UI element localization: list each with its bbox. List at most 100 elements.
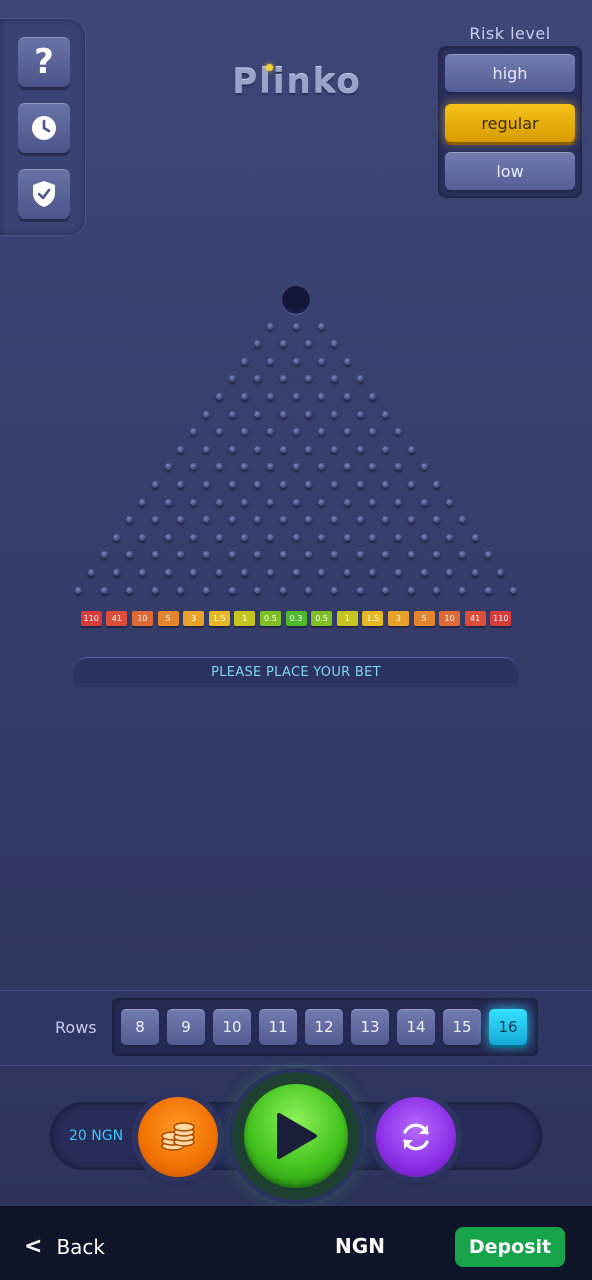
rows-option-12[interactable]: 12 xyxy=(305,1009,343,1045)
play-icon xyxy=(277,1113,317,1159)
rows-option-10[interactable]: 10 xyxy=(213,1009,251,1045)
peg xyxy=(241,392,249,400)
peg xyxy=(305,410,313,418)
peg xyxy=(74,586,82,594)
deposit-button[interactable]: Deposit xyxy=(455,1227,565,1267)
peg xyxy=(318,533,326,541)
peg xyxy=(433,551,441,559)
peg xyxy=(266,428,274,436)
ball-drop-hole xyxy=(282,286,310,314)
peg xyxy=(241,428,249,436)
peg xyxy=(292,568,300,576)
peg xyxy=(420,533,428,541)
peg xyxy=(497,568,505,576)
peg xyxy=(318,463,326,471)
bet-coins-button[interactable] xyxy=(138,1097,218,1177)
peg xyxy=(190,428,198,436)
peg xyxy=(254,340,262,348)
peg xyxy=(356,516,364,524)
peg xyxy=(241,568,249,576)
rows-option-8[interactable]: 8 xyxy=(121,1009,159,1045)
peg xyxy=(343,428,351,436)
peg xyxy=(356,480,364,488)
play-button[interactable] xyxy=(244,1084,348,1188)
multiplier-slot: 5 xyxy=(157,611,179,626)
provably-fair-button[interactable] xyxy=(18,169,70,219)
peg xyxy=(266,322,274,330)
peg xyxy=(382,480,390,488)
peg xyxy=(484,551,492,559)
peg xyxy=(215,568,223,576)
currency-label: NGN xyxy=(335,1234,385,1258)
peg xyxy=(330,480,338,488)
peg xyxy=(343,498,351,506)
peg xyxy=(228,410,236,418)
peg xyxy=(382,445,390,453)
game-logo: Plinko xyxy=(232,62,362,102)
peg xyxy=(279,586,287,594)
peg xyxy=(369,533,377,541)
back-button[interactable]: < Back xyxy=(24,1234,105,1259)
peg xyxy=(433,480,441,488)
multiplier-slot: 1 xyxy=(336,611,358,626)
peg xyxy=(330,375,338,383)
peg xyxy=(177,480,185,488)
rows-option-14[interactable]: 14 xyxy=(397,1009,435,1045)
peg xyxy=(292,357,300,365)
multiplier-slot: 110 xyxy=(80,611,102,626)
peg xyxy=(241,498,249,506)
risk-low-button[interactable]: low xyxy=(445,152,575,190)
peg xyxy=(215,463,223,471)
peg xyxy=(369,392,377,400)
peg xyxy=(394,463,402,471)
rows-option-11[interactable]: 11 xyxy=(259,1009,297,1045)
peg xyxy=(228,516,236,524)
rows-option-13[interactable]: 13 xyxy=(351,1009,389,1045)
bet-amount[interactable]: 20 NGN xyxy=(69,1128,123,1144)
peg xyxy=(292,533,300,541)
rows-option-9[interactable]: 9 xyxy=(167,1009,205,1045)
peg xyxy=(343,568,351,576)
peg xyxy=(394,568,402,576)
peg xyxy=(407,516,415,524)
peg xyxy=(510,586,518,594)
peg xyxy=(369,498,377,506)
peg xyxy=(305,516,313,524)
peg xyxy=(151,516,159,524)
peg xyxy=(420,498,428,506)
peg xyxy=(266,568,274,576)
multiplier-slot: 0.3 xyxy=(285,611,307,626)
peg xyxy=(382,551,390,559)
peg xyxy=(138,533,146,541)
peg xyxy=(151,551,159,559)
peg xyxy=(458,551,466,559)
autoplay-button[interactable] xyxy=(376,1097,456,1177)
multiplier-slot: 0.5 xyxy=(259,611,281,626)
peg xyxy=(484,586,492,594)
peg xyxy=(254,445,262,453)
risk-high-button[interactable]: high xyxy=(445,54,575,92)
peg xyxy=(369,428,377,436)
rows-option-16[interactable]: 16 xyxy=(489,1009,527,1045)
tool-panel: ? xyxy=(0,18,86,236)
rows-option-15[interactable]: 15 xyxy=(443,1009,481,1045)
peg xyxy=(254,375,262,383)
peg xyxy=(446,568,454,576)
peg xyxy=(254,410,262,418)
peg xyxy=(113,533,121,541)
peg xyxy=(330,445,338,453)
peg xyxy=(279,410,287,418)
risk-regular-button[interactable]: regular xyxy=(445,104,575,142)
risk-level-panel: high regular low xyxy=(438,46,582,198)
help-button[interactable]: ? xyxy=(18,37,70,87)
peg xyxy=(343,533,351,541)
peg xyxy=(279,516,287,524)
peg xyxy=(433,586,441,594)
peg xyxy=(356,375,364,383)
multiplier-slot: 1 xyxy=(234,611,256,626)
history-button[interactable] xyxy=(18,103,70,153)
peg xyxy=(318,498,326,506)
peg xyxy=(202,586,210,594)
peg xyxy=(394,428,402,436)
peg xyxy=(151,586,159,594)
